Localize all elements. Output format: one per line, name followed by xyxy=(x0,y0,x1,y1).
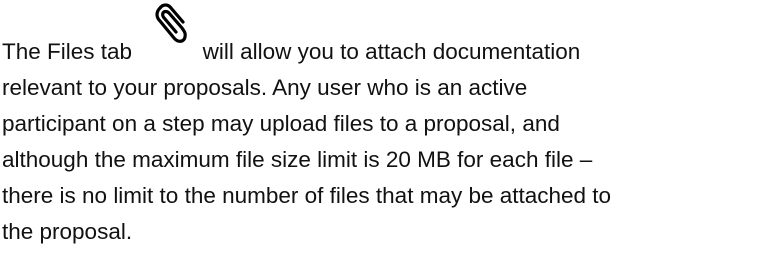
files-tab-description-paragraph: The Files tab will allow you to attach d… xyxy=(2,3,754,250)
paragraph-line-3: participant on a step may upload files t… xyxy=(2,111,560,136)
paragraph-text-files-tab: The Files tab xyxy=(2,39,133,64)
paragraph-line-4: although the maximum file size limit is … xyxy=(2,147,593,172)
paperclip-icon xyxy=(138,3,196,70)
paragraph-line-2: relevant to your proposals. Any user who… xyxy=(2,75,528,100)
paragraph-line-5: there is no limit to the number of files… xyxy=(2,183,612,208)
paragraph-line-6: the proposal. xyxy=(2,219,133,244)
paragraph-line-1: The Files tab will allow you to attach d… xyxy=(2,3,754,70)
paragraph-text-attach-documentation: will allow you to attach documentation xyxy=(202,39,581,64)
